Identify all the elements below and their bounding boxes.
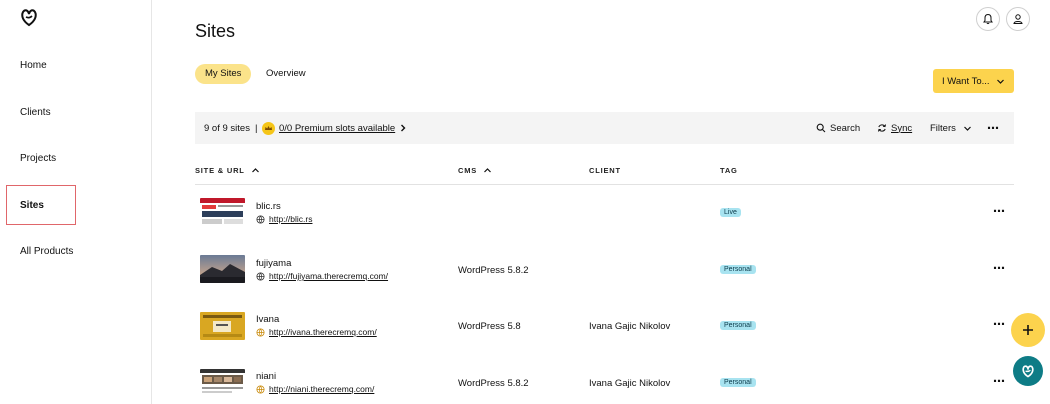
site-thumbnail bbox=[200, 198, 245, 226]
sidebar-item-sites[interactable]: Sites bbox=[20, 200, 44, 211]
account-button[interactable] bbox=[1006, 7, 1030, 31]
site-name[interactable]: niani bbox=[256, 371, 276, 382]
toolbar-separator: | bbox=[255, 122, 258, 134]
user-icon bbox=[1013, 14, 1023, 24]
notifications-button[interactable] bbox=[976, 7, 1000, 31]
site-name[interactable]: fujiyama bbox=[256, 258, 291, 269]
plus-icon bbox=[1023, 325, 1033, 335]
site-name[interactable]: blic.rs bbox=[256, 201, 281, 212]
table-row[interactable]: niani http://niani.therecremq.com/ WordP… bbox=[195, 355, 1014, 404]
filters-label: Filters bbox=[930, 122, 956, 134]
site-cms: WordPress 5.8 bbox=[458, 321, 521, 332]
site-thumbnail bbox=[200, 369, 245, 397]
premium-badge-icon bbox=[262, 121, 275, 135]
filters-button[interactable]: Filters bbox=[930, 112, 972, 144]
premium-slots-link[interactable]: 0/0 Premium slots available bbox=[262, 112, 407, 144]
site-thumbnail bbox=[200, 312, 245, 340]
sidebar-item-clients[interactable]: Clients bbox=[20, 107, 51, 118]
site-cms: WordPress 5.8.2 bbox=[458, 378, 529, 389]
site-name[interactable]: Ivana bbox=[256, 314, 279, 325]
site-url: http://niani.therecremq.com/ bbox=[269, 384, 375, 394]
column-header-tag-label: TAG bbox=[720, 166, 738, 175]
site-url-link[interactable]: http://blic.rs bbox=[256, 214, 312, 224]
column-header-site-url[interactable]: SITE & URL bbox=[195, 166, 260, 175]
site-url: http://ivana.therecremq.com/ bbox=[269, 327, 377, 337]
globe-icon bbox=[256, 215, 265, 223]
globe-icon bbox=[256, 385, 265, 393]
sync-button[interactable]: Sync bbox=[877, 112, 912, 144]
row-more-icon[interactable]: ⋯ bbox=[993, 261, 1005, 275]
tab-my-sites[interactable]: My Sites bbox=[195, 64, 252, 84]
status-badge: Personal bbox=[720, 265, 756, 274]
site-count: 9 of 9 sites bbox=[204, 122, 250, 134]
table-row[interactable]: blic.rs http://blic.rs Live ⋯ bbox=[195, 185, 1014, 241]
table-row[interactable]: fujiyama http://fujiyama.therecremq.com/… bbox=[195, 242, 1014, 298]
toolbar-more-icon[interactable]: ⋯ bbox=[987, 112, 999, 144]
add-button[interactable] bbox=[1011, 313, 1045, 347]
sidebar-item-home[interactable]: Home bbox=[20, 60, 47, 71]
site-client: Ivana Gajic Nikolov bbox=[589, 378, 671, 389]
sidebar: Home Clients Projects Sites All Products bbox=[0, 0, 152, 404]
column-header-client-label: CLIENT bbox=[589, 166, 621, 175]
i-want-to-button[interactable]: I Want To... bbox=[933, 69, 1014, 93]
search-label: Search bbox=[830, 122, 861, 134]
site-url-link[interactable]: http://ivana.therecremq.com/ bbox=[256, 327, 377, 337]
sync-label: Sync bbox=[891, 122, 913, 134]
status-badge: Personal bbox=[720, 321, 756, 330]
row-more-icon[interactable]: ⋯ bbox=[993, 374, 1005, 388]
chat-button[interactable] bbox=[1013, 356, 1043, 386]
site-cms: WordPress 5.8.2 bbox=[458, 265, 529, 276]
status-badge: Personal bbox=[720, 378, 756, 387]
globe-icon bbox=[256, 272, 265, 280]
premium-slots-label: 0/0 Premium slots available bbox=[279, 122, 396, 134]
sync-icon bbox=[878, 124, 886, 132]
column-header-client[interactable]: CLIENT bbox=[589, 166, 621, 175]
site-client: Ivana Gajic Nikolov bbox=[589, 321, 671, 332]
chevron-right-icon bbox=[401, 124, 406, 132]
i-want-to-label: I Want To... bbox=[942, 75, 990, 87]
site-url-link[interactable]: http://niani.therecremq.com/ bbox=[256, 384, 374, 394]
row-more-icon[interactable]: ⋯ bbox=[993, 204, 1005, 218]
sidebar-item-all-products[interactable]: All Products bbox=[20, 246, 73, 257]
site-thumbnail bbox=[200, 255, 245, 283]
page-title: Sites bbox=[195, 21, 236, 41]
column-header-site-url-label: SITE & URL bbox=[195, 166, 245, 175]
sites-toolbar: 9 of 9 sites | 0/0 Premium slots availab… bbox=[195, 112, 1014, 144]
column-header-cms-label: CMS bbox=[458, 166, 478, 175]
tab-overview[interactable]: Overview bbox=[256, 64, 316, 84]
sort-up-icon bbox=[484, 168, 492, 173]
search-icon bbox=[816, 123, 826, 133]
column-header-cms[interactable]: CMS bbox=[458, 166, 492, 175]
brand-logo-icon[interactable] bbox=[19, 7, 39, 27]
bell-icon bbox=[983, 13, 993, 25]
chat-logo-icon bbox=[1022, 365, 1034, 378]
site-url-link[interactable]: http://fujiyama.therecremq.com/ bbox=[256, 271, 388, 281]
column-header-tag[interactable]: TAG bbox=[720, 166, 738, 175]
sidebar-item-projects[interactable]: Projects bbox=[20, 153, 56, 164]
site-url: http://blic.rs bbox=[269, 214, 313, 224]
status-badge: Live bbox=[720, 208, 741, 217]
globe-icon bbox=[256, 328, 265, 336]
chevron-down-icon bbox=[963, 126, 971, 131]
sort-up-icon bbox=[251, 168, 259, 173]
table-row[interactable]: Ivana http://ivana.therecremq.com/ WordP… bbox=[195, 298, 1014, 354]
row-more-icon[interactable]: ⋯ bbox=[993, 317, 1005, 331]
site-url: http://fujiyama.therecremq.com/ bbox=[269, 271, 389, 281]
search-button[interactable]: Search bbox=[816, 112, 860, 144]
chevron-down-icon bbox=[996, 79, 1004, 84]
